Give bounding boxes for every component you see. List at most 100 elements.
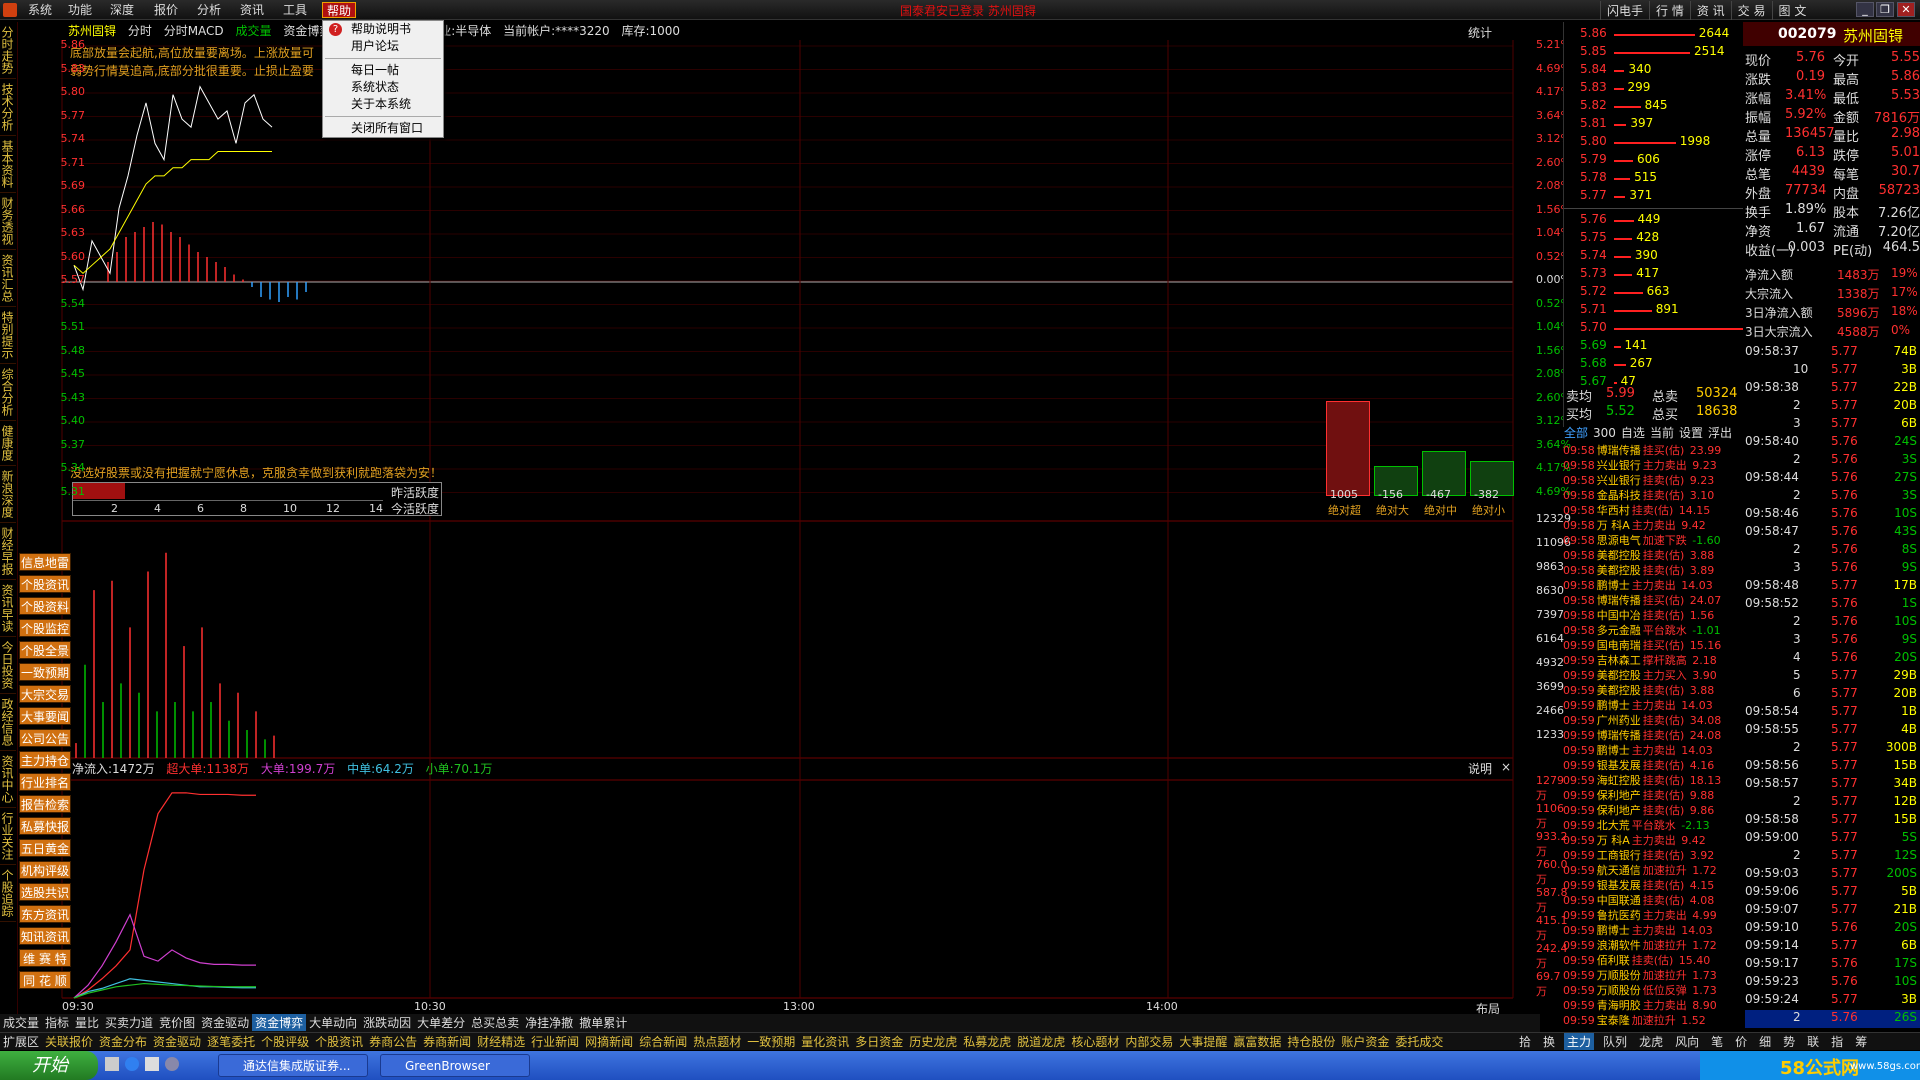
explorer-icon[interactable]	[145, 1057, 159, 1071]
ask-row[interactable]: 5.77 371	[1564, 188, 1744, 206]
book-tab[interactable]: 全部	[1564, 426, 1588, 440]
alert-row[interactable]: 09:59 青海明胶 主力卖出 8.90	[1563, 997, 1743, 1012]
alert-row[interactable]: 09:59 浪潮软件 加速拉升 1.72	[1563, 937, 1743, 952]
bid-row[interactable]: 5.72 663	[1564, 284, 1744, 302]
info-button[interactable]: 机构评级	[19, 861, 71, 879]
alert-row[interactable]: 09:59 工商银行 挂卖(估) 3.92	[1563, 847, 1743, 862]
desktop-icon[interactable]	[105, 1057, 119, 1071]
menu-function[interactable]: 功能	[64, 2, 96, 18]
mini-tab[interactable]: 队列	[1600, 1033, 1630, 1050]
system-status-item[interactable]: 系统状态	[323, 79, 443, 96]
extension-tab[interactable]: 赢富数据	[1230, 1033, 1284, 1050]
alert-row[interactable]: 09:59 美都控股 主力买入 3.90	[1563, 667, 1743, 682]
help-manual-item[interactable]: ? 帮助说明书	[323, 21, 443, 38]
browser-icon[interactable]	[165, 1057, 179, 1071]
info-button[interactable]: 个股资料	[19, 597, 71, 615]
alert-row[interactable]: 09:59 银基发展 挂卖(估) 4.15	[1563, 877, 1743, 892]
bid-row[interactable]: 5.74 390	[1564, 248, 1744, 266]
extension-tab[interactable]: 一致预期	[744, 1033, 798, 1050]
extension-tab[interactable]: 大事提醒	[1176, 1033, 1230, 1050]
bid-row[interactable]: 5.76 449	[1564, 212, 1744, 230]
alert-row[interactable]: 09:58 鹏博士 主力卖出 14.03	[1563, 577, 1743, 592]
mini-tab[interactable]: 龙虎	[1636, 1033, 1666, 1050]
menu-depth[interactable]: 深度	[106, 2, 138, 18]
user-forum-item[interactable]: 用户论坛	[323, 38, 443, 55]
indicator-tab[interactable]: 成交量	[0, 1014, 42, 1031]
mini-tab[interactable]: 拾	[1516, 1033, 1534, 1050]
rtab-trade[interactable]: 交 易	[1730, 1, 1772, 20]
stat-button[interactable]: 统计	[1468, 24, 1492, 41]
close-button[interactable]: ✕	[1897, 2, 1915, 17]
rtab-market[interactable]: 行 情	[1649, 1, 1690, 20]
info-button[interactable]: 五日黄金	[19, 839, 71, 857]
indicator-tab[interactable]: 买卖力道	[102, 1014, 156, 1031]
alert-row[interactable]: 09:58 万 科A 主力卖出 9.42	[1563, 517, 1743, 532]
alert-row[interactable]: 09:59 万顺股份 低位反弹 1.73	[1563, 982, 1743, 997]
alert-row[interactable]: 09:59 海虹控股 挂卖(估) 18.13	[1563, 772, 1743, 787]
mini-tab[interactable]: 价	[1732, 1033, 1750, 1050]
left-tab[interactable]: 特别提示	[0, 307, 16, 364]
alert-row[interactable]: 09:59 中国联通 挂卖(估) 4.08	[1563, 892, 1743, 907]
alert-row[interactable]: 09:58 中国中冶 挂卖(估) 1.56	[1563, 607, 1743, 622]
alert-row[interactable]: 09:59 美都控股 挂卖(估) 3.88	[1563, 682, 1743, 697]
left-tab[interactable]: 基本资料	[0, 136, 16, 193]
ask-row[interactable]: 5.82 845	[1564, 98, 1744, 116]
extension-tab[interactable]: 脱道龙虎	[1014, 1033, 1068, 1050]
menu-quote[interactable]: 报价	[150, 2, 182, 18]
left-tab[interactable]: 行业关注	[0, 808, 16, 865]
alert-row[interactable]: 09:58 兴业银行 挂卖(估) 9.23	[1563, 472, 1743, 487]
extension-tab[interactable]: 个股资讯	[312, 1033, 366, 1050]
extension-tab[interactable]: 历史龙虎	[906, 1033, 960, 1050]
info-button[interactable]: 主力持仓	[19, 751, 71, 769]
about-item[interactable]: 关于本系统	[323, 96, 443, 113]
alert-row[interactable]: 09:59 北大荒 平台跳水 -2.13	[1563, 817, 1743, 832]
left-tab[interactable]: 今日投资	[0, 637, 16, 694]
indicator-tab[interactable]: 量比	[72, 1014, 102, 1031]
alert-row[interactable]: 09:59 保利地产 挂卖(估) 9.88	[1563, 787, 1743, 802]
task-greenbrowser[interactable]: GreenBrowser	[380, 1054, 530, 1077]
ie-icon[interactable]	[125, 1057, 139, 1071]
extension-tab[interactable]: 热点题材	[690, 1033, 744, 1050]
bid-row[interactable]: 5.703095	[1564, 320, 1779, 338]
menu-help[interactable]: 帮助	[322, 2, 357, 18]
info-button[interactable]: 个股全景	[19, 641, 71, 659]
mini-tab[interactable]: 笔	[1708, 1033, 1726, 1050]
extension-tab[interactable]: 资金分布	[96, 1033, 150, 1050]
alert-row[interactable]: 09:59 保利地产 挂卖(估) 9.86	[1563, 802, 1743, 817]
alert-row[interactable]: 09:58 金晶科技 挂卖(估) 3.10	[1563, 487, 1743, 502]
extension-tab[interactable]: 券商新闻	[420, 1033, 474, 1050]
alert-row[interactable]: 09:59 航天通信 加速拉升 1.72	[1563, 862, 1743, 877]
info-button[interactable]: 行业排名	[19, 773, 71, 791]
alert-row[interactable]: 09:59 鹏博士 主力卖出 14.03	[1563, 922, 1743, 937]
left-tab[interactable]: 资讯早读	[0, 580, 16, 637]
alert-row[interactable]: 09:58 华西村 挂卖(估) 14.15	[1563, 502, 1743, 517]
ask-row[interactable]: 5.80 1998	[1564, 134, 1744, 152]
indicator-tab[interactable]: 竞价图	[156, 1014, 198, 1031]
book-tab[interactable]: 设置	[1679, 426, 1703, 440]
extension-tab[interactable]: 券商公告	[366, 1033, 420, 1050]
mini-tab[interactable]: 换	[1540, 1033, 1558, 1050]
alert-row[interactable]: 09:59 银基发展 挂卖(估) 4.16	[1563, 757, 1743, 772]
ask-row[interactable]: 5.84 340	[1564, 62, 1744, 80]
tab-macd[interactable]: 分时MACD	[164, 24, 224, 38]
info-button[interactable]: 大宗交易	[19, 685, 71, 703]
left-tab[interactable]: 健康度	[0, 421, 16, 466]
bid-row[interactable]: 5.68 267	[1564, 356, 1744, 374]
close-all-windows-item[interactable]: 关闭所有窗口	[323, 120, 443, 137]
left-tab[interactable]: 综合分析	[0, 364, 16, 421]
tab-volume[interactable]: 成交量	[236, 24, 272, 38]
alert-row[interactable]: 09:58 博瑞传播 挂买(估) 24.07	[1563, 592, 1743, 607]
extension-tab[interactable]: 私募龙虎	[960, 1033, 1014, 1050]
menu-system[interactable]: 系统	[24, 2, 56, 18]
alert-row[interactable]: 09:59 博瑞传播 挂卖(估) 24.08	[1563, 727, 1743, 742]
info-button[interactable]: 大事要闻	[19, 707, 71, 725]
alert-row[interactable]: 09:59 鹏博士 主力卖出 14.03	[1563, 742, 1743, 757]
mini-tab[interactable]: 主力	[1564, 1033, 1595, 1050]
rtab-info[interactable]: 资 讯	[1689, 1, 1731, 20]
left-tab[interactable]: 个股追踪	[0, 865, 16, 922]
extension-tab[interactable]: 行业新闻	[528, 1033, 582, 1050]
indicator-tab[interactable]: 资金驱动	[198, 1014, 252, 1031]
book-tab[interactable]: 300	[1593, 426, 1616, 440]
left-tab[interactable]: 财经早报	[0, 523, 16, 580]
alert-row[interactable]: 09:58 美都控股 挂卖(估) 3.88	[1563, 547, 1743, 562]
